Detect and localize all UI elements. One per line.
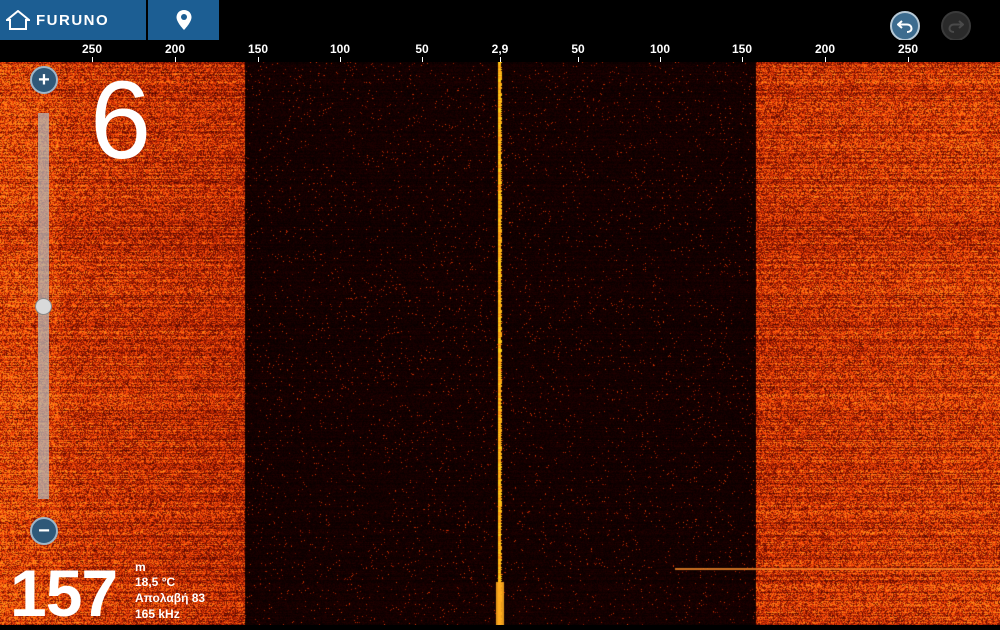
scale-label: 100: [329, 42, 351, 56]
zoom-slider-thumb[interactable]: [35, 298, 52, 315]
scale-label-center: 2,9: [491, 42, 509, 56]
scale-label: 150: [247, 42, 269, 56]
scale-label: 250: [81, 42, 103, 56]
zoom-in-button[interactable]: +: [30, 66, 58, 94]
home-icon: [6, 10, 30, 30]
brand-logo-text: FURUNO: [36, 11, 110, 29]
depth-readout: 157: [10, 556, 118, 630]
frequency-readout: 165 kHz: [135, 607, 180, 621]
undo-button[interactable]: [890, 11, 920, 41]
location-button[interactable]: [148, 0, 219, 40]
redo-icon: [948, 20, 964, 33]
zoom-out-button[interactable]: −: [30, 517, 58, 545]
scale-label: 150: [731, 42, 753, 56]
home-button[interactable]: FURUNO: [0, 0, 146, 40]
scale-label: 250: [897, 42, 919, 56]
range-step-indicator: 6: [90, 59, 152, 182]
water-temperature: 18,5 °C: [135, 575, 176, 589]
scale-label: 100: [649, 42, 671, 56]
map-pin-icon: [176, 10, 191, 30]
scale-label: 200: [814, 42, 836, 56]
scale-label: 50: [415, 42, 429, 56]
scale-label: 200: [164, 42, 186, 56]
scale-label: 50: [571, 42, 585, 56]
top-bar: FURUNO: [0, 0, 1000, 41]
gain-readout: Απολαβή 83: [135, 591, 206, 605]
depth-unit: m: [135, 560, 146, 574]
redo-button[interactable]: [941, 11, 971, 41]
undo-icon: [897, 20, 913, 33]
